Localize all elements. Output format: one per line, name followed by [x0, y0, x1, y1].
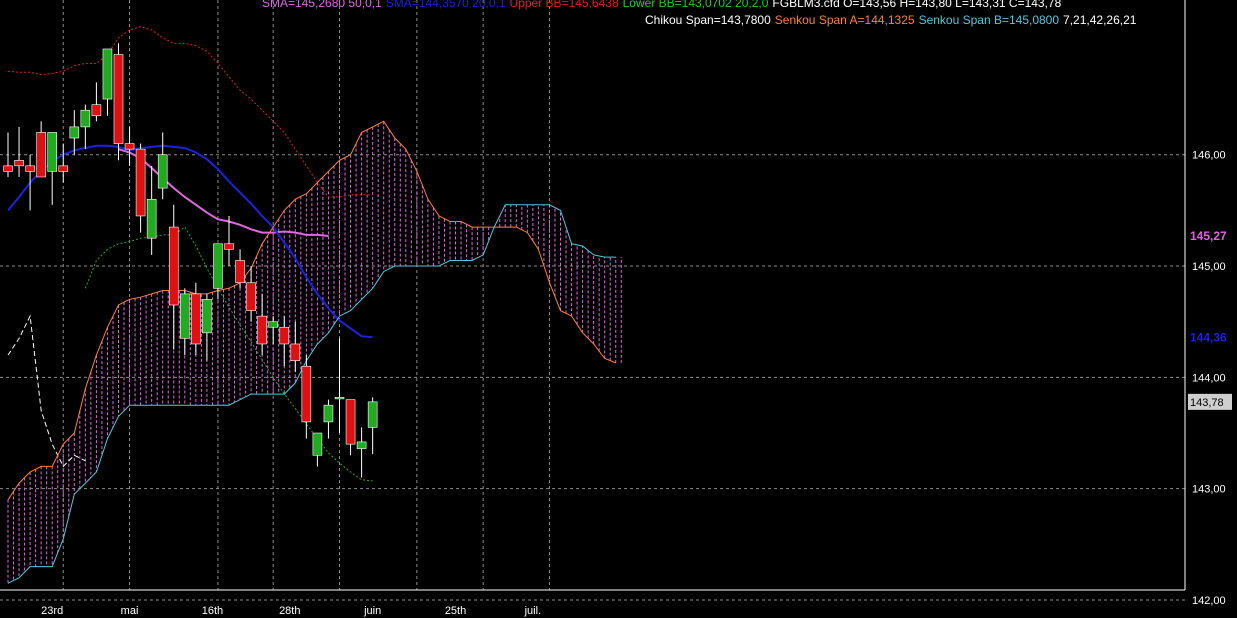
legend-entry: Lower BB=143,0702 20,2,0: [622, 0, 769, 10]
y-tick-label: 146,00: [1192, 150, 1226, 162]
legend-entry: Senkou Span A=144,1325: [774, 13, 915, 27]
indicator-legend-line2: Chikou Span=143,7800 Senkou Span A=144,13…: [645, 13, 1140, 27]
senkou-span-b-line: [7, 204, 616, 584]
bullish-candle: [334, 397, 345, 400]
legend-entry: FGBLM3.cfd O=143,56 H=143,80 L=143,31 C=…: [772, 0, 1062, 10]
legend-entry: SMA=145,2680 50,0,1: [262, 0, 382, 10]
bullish-candle: [180, 293, 190, 339]
bearish-candle: [235, 260, 245, 284]
bearish-candle: [345, 399, 356, 445]
bearish-candle: [113, 54, 124, 144]
x-tick-label: 16th: [202, 605, 223, 617]
bearish-candle: [290, 343, 301, 361]
bearish-candle: [36, 132, 46, 178]
bearish-candle: [257, 315, 267, 345]
time-axis: 23rd mai 16th 28th juin 25th juil.: [41, 605, 541, 617]
y-tick-label: 145,00: [1192, 261, 1226, 273]
value-badge: 145,27: [1190, 229, 1227, 243]
bullish-candle: [69, 126, 80, 139]
bullish-candle: [80, 109, 91, 128]
bullish-candle: [146, 198, 157, 239]
price-axis: 142,00 143,00 144,00 145,00 146,00 145,27 144,…: [1188, 150, 1232, 607]
bullish-candle: [157, 154, 168, 189]
bearish-candle: [246, 282, 256, 311]
chikou-span-line: [7, 314, 86, 468]
bearish-candle: [191, 293, 201, 345]
x-tick-label: 25th: [445, 605, 466, 617]
bearish-candle: [25, 165, 35, 172]
bearish-candle: [224, 243, 234, 250]
bullish-candle: [202, 299, 212, 334]
price-candles: [3, 43, 378, 478]
x-tick-label: 28th: [279, 605, 300, 617]
y-tick-label: 143,00: [1192, 484, 1226, 496]
x-tick-label: 23rd: [41, 605, 63, 617]
y-tick-label: 144,00: [1192, 372, 1226, 384]
bullish-candle: [102, 48, 113, 100]
bullish-candle: [268, 321, 279, 328]
x-tick-label: juin: [363, 605, 381, 617]
bearish-candle: [58, 165, 69, 172]
bearish-candle: [91, 104, 102, 117]
ichimoku-cloud: [7, 121, 622, 584]
bearish-candle: [301, 365, 312, 423]
bullish-candle: [213, 243, 223, 289]
bearish-candle: [135, 148, 146, 217]
y-tick-label: 142,00: [1192, 595, 1226, 607]
legend-entry: Senkou Span B=145,0800: [918, 13, 1060, 27]
bullish-candle: [47, 132, 58, 172]
bullish-candle: [323, 404, 334, 423]
bullish-candle: [356, 441, 367, 449]
bearish-candle: [279, 326, 290, 345]
bearish-candle: [168, 226, 179, 306]
value-badge: 144,36: [1190, 330, 1227, 344]
x-tick-label: juil.: [524, 605, 542, 617]
legend-entry: 7,21,42,26,21: [1063, 13, 1137, 27]
bearish-candle: [3, 165, 13, 172]
legend-entry: Chikou Span=143,7800: [645, 13, 771, 27]
indicator-legend-line1: SMA=145,2680 50,0,1 SMA=144,3570 20,0,1 Up…: [262, 0, 1065, 10]
x-tick-label: mai: [121, 605, 139, 617]
legend-entry: SMA=144,3570 20,0,1: [385, 0, 506, 10]
bearish-candle: [14, 159, 24, 167]
bullish-candle: [312, 432, 323, 456]
value-badge: 143,78: [1190, 397, 1224, 409]
bearish-candle: [124, 143, 135, 150]
bullish-candle: [367, 401, 378, 428]
ichimoku-chart: 142,00 143,00 144,00 145,00 146,00 145,27 144,…: [0, 0, 1232, 617]
legend-entry: Upper BB=145,6438: [509, 0, 619, 10]
